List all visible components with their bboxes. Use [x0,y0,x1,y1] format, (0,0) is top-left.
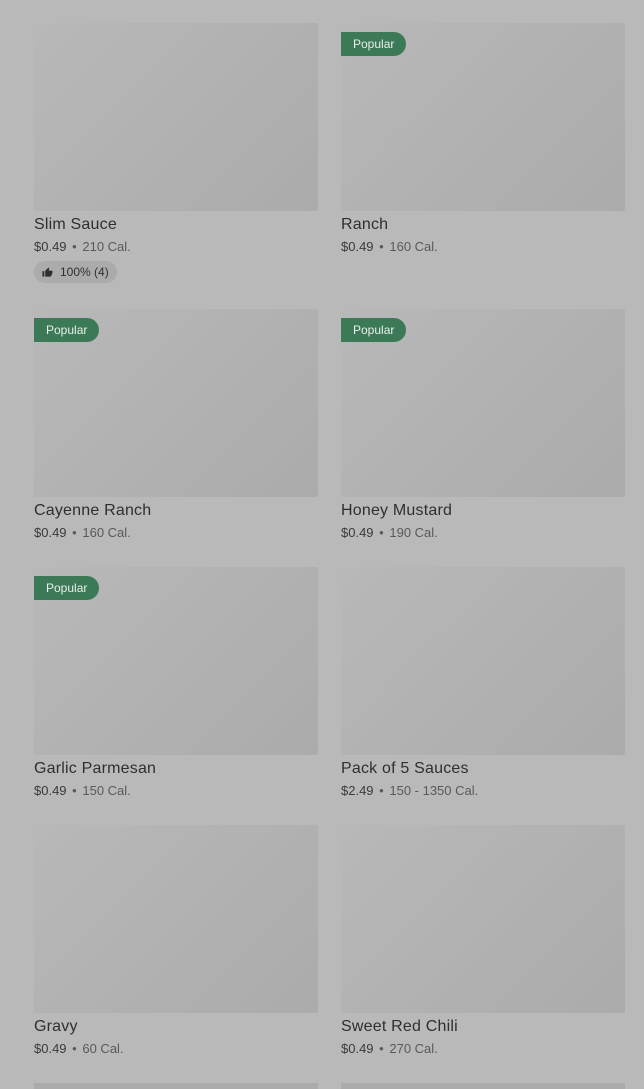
item-name: Garlic Parmesan [34,760,157,777]
item-meta: $0.49 • 160 Cal. [34,525,318,541]
item-price: $0.49 [34,525,67,540]
item-price: $0.49 [341,525,374,540]
rating-text: 100% (4) [60,265,109,279]
separator-dot: • [72,525,77,540]
thumbs-up-icon [42,266,53,277]
menu-item-card[interactable]: Sweet Red Chili $0.49 • 270 Cal. [341,825,625,1057]
item-image[interactable] [34,23,318,211]
item-price: $0.49 [34,239,67,254]
item-meta: $0.49 • 190 Cal. [341,525,625,541]
separator-dot: • [72,239,77,254]
item-image[interactable]: Popular [34,309,318,497]
separator-dot: • [72,783,77,798]
item-calories: 190 Cal. [389,525,438,540]
item-calories: 160 Cal. [389,239,438,254]
menu-item-card[interactable]: Popular Honey Mustard $0.49 • 190 Cal. [341,309,625,541]
separator-dot: • [72,1041,77,1056]
menu-item-card[interactable]: Pack of 5 Sauces $2.49 • 150 - 1350 Cal. [341,567,625,799]
item-price: $0.49 [341,239,374,254]
popular-badge: Popular [34,576,100,600]
item-meta: $2.49 • 150 - 1350 Cal. [341,783,625,799]
popular-badge: Popular [341,318,407,342]
item-name: Cayenne Ranch [34,502,152,519]
item-calories: 150 - 1350 Cal. [389,783,479,798]
item-image[interactable]: Popular [341,23,625,211]
item-image[interactable] [341,825,625,1013]
item-meta: $0.49 • 270 Cal. [341,1041,625,1057]
item-name: Slim Sauce [34,216,117,233]
separator-dot: • [379,525,384,540]
item-calories: 210 Cal. [82,239,131,254]
item-name: Gravy [34,1018,78,1035]
item-meta: $0.49 • 60 Cal. [34,1041,318,1057]
item-name: Honey Mustard [341,502,453,519]
separator-dot: • [379,1041,384,1056]
item-price: $2.49 [341,783,374,798]
item-image[interactable]: Popular [34,567,318,755]
popular-badge: Popular [341,32,407,56]
item-meta: $0.49 • 160 Cal. [341,239,625,255]
item-meta: $0.49 • 210 Cal. [34,239,318,255]
item-name: Pack of 5 Sauces [341,760,469,777]
item-calories: 60 Cal. [82,1041,124,1056]
menu-item-card[interactable]: Popular Ranch $0.49 • 160 Cal. [341,23,625,255]
separator-dot: • [379,239,384,254]
menu-item-card[interactable]: Popular Garlic Parmesan $0.49 • 150 Cal. [34,567,318,799]
item-meta: $0.49 • 150 Cal. [34,783,318,799]
item-name: Sweet Red Chili [341,1018,458,1035]
item-price: $0.49 [34,783,67,798]
next-item-image[interactable] [34,1083,318,1089]
menu-item-card[interactable]: Popular Cayenne Ranch $0.49 • 160 Cal. [34,309,318,541]
item-image[interactable] [341,567,625,755]
item-image[interactable]: Popular [341,309,625,497]
popular-badge: Popular [34,318,100,342]
item-calories: 150 Cal. [82,783,131,798]
item-price: $0.49 [341,1041,374,1056]
next-item-image[interactable] [341,1083,625,1089]
menu-item-card[interactable]: Gravy $0.49 • 60 Cal. [34,825,318,1057]
item-calories: 160 Cal. [82,525,131,540]
item-image[interactable] [34,825,318,1013]
menu-items-page: Slim Sauce $0.49 • 210 Cal. 100% (4) Pop… [0,0,644,1089]
rating-pill: 100% (4) [34,261,117,283]
separator-dot: • [379,783,384,798]
menu-item-card[interactable]: Slim Sauce $0.49 • 210 Cal. 100% (4) [34,23,318,283]
item-name: Ranch [341,216,389,233]
item-price: $0.49 [34,1041,67,1056]
item-calories: 270 Cal. [389,1041,438,1056]
